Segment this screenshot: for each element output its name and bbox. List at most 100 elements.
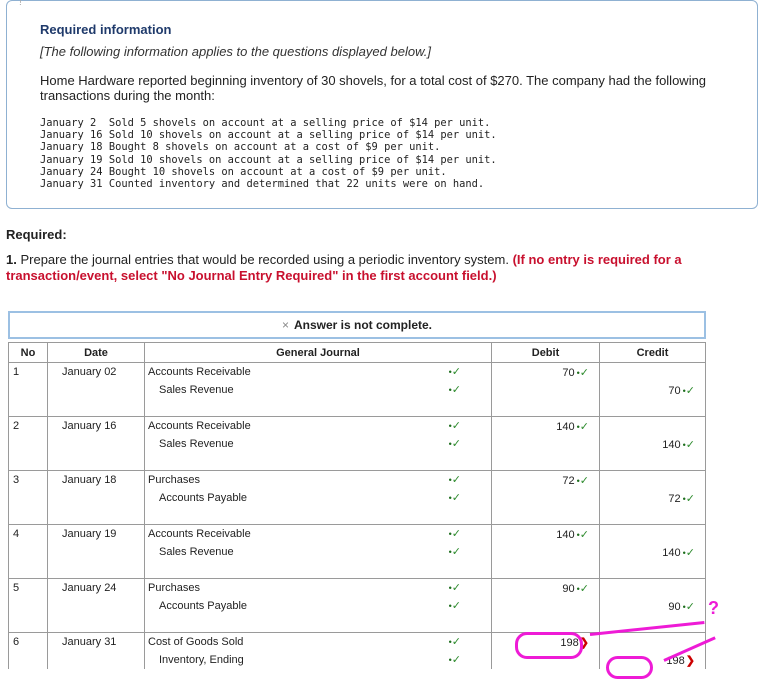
info-title: Required information — [40, 22, 172, 37]
empty-cell — [599, 399, 706, 417]
entry-number: 3 — [8, 470, 48, 489]
empty-cell — [8, 453, 48, 471]
table-row: 3January 18Purchases✓72✓ — [8, 470, 706, 489]
check-icon: ✓ — [683, 385, 695, 397]
credit-account-label: Sales Revenue — [159, 384, 234, 396]
credit-amount-input[interactable]: 72✓ — [599, 489, 706, 507]
credit-amount: 140 — [662, 546, 681, 559]
credit-amount-input[interactable]: 140✓ — [599, 435, 706, 453]
table-row: 6January 31Cost of Goods Sold ✓ 198❯ — [8, 632, 706, 651]
credit-amount-input[interactable]: 70✓ — [599, 381, 706, 399]
debit-amount-input[interactable] — [491, 435, 600, 453]
credit-account-select[interactable]: Sales Revenue ✓ — [144, 381, 492, 399]
alert-icon: ! — [19, 0, 22, 8]
empty-cell — [47, 543, 145, 561]
entry-number: 5 — [8, 578, 48, 597]
debit-amount-input[interactable]: 140✓ — [491, 416, 600, 435]
col-header-credit: Credit — [599, 342, 706, 363]
credit-account-select[interactable]: Sales Revenue ✓ — [144, 435, 492, 453]
entry-date-select[interactable]: January 16 — [47, 416, 145, 435]
empty-cell — [8, 507, 48, 525]
debit-amount: 140 — [556, 420, 575, 433]
table-row: 1January 02Accounts Receivable✓70✓ — [8, 362, 706, 381]
check-icon: ✓ — [449, 491, 461, 504]
credit-account-select[interactable]: Accounts Payable ✓ — [144, 597, 492, 615]
debit-account-label: Accounts Receivable — [148, 420, 251, 432]
transaction-item: January 16 Sold 10 shovels on account at… — [40, 129, 497, 142]
credit-amount: 70 — [668, 384, 681, 397]
credit-amount-input[interactable]: 198❯ — [599, 651, 706, 669]
credit-account-select[interactable]: Inventory, Ending ✓ — [144, 651, 492, 669]
debit-account-select[interactable]: Accounts Receivable ✓ — [144, 416, 492, 435]
cross-icon: ❯ — [579, 636, 589, 649]
empty-cell — [47, 561, 145, 579]
debit-account-select[interactable]: Cost of Goods Sold ✓ — [144, 632, 492, 651]
info-note: [The following information applies to th… — [40, 44, 431, 59]
table-row-spacer — [8, 399, 706, 417]
empty-cell — [144, 507, 492, 525]
debit-amount-input[interactable]: 72✓ — [491, 470, 600, 489]
question-1: 1. Prepare the journal entries that woul… — [6, 252, 706, 284]
debit-account-select[interactable]: Purchases ✓ — [144, 470, 492, 489]
empty-cell — [8, 615, 48, 633]
empty-cell — [599, 507, 706, 525]
empty-cell — [144, 399, 492, 417]
credit-amount: 140 — [662, 438, 681, 451]
empty-cell — [8, 561, 48, 579]
table-row: Sales Revenue✓70✓ — [8, 381, 706, 399]
debit-amount-input[interactable]: 140✓ — [491, 524, 600, 543]
credit-amount-input[interactable] — [599, 578, 706, 597]
entry-number: 1 — [8, 362, 48, 381]
credit-account-select[interactable]: Sales Revenue ✓ — [144, 543, 492, 561]
credit-amount-input[interactable] — [599, 524, 706, 543]
empty-cell — [491, 615, 600, 633]
required-information-box: ! Required information [The following in… — [6, 0, 758, 209]
table-row: Accounts Payable✓72✓ — [8, 489, 706, 507]
debit-amount-input[interactable]: 198❯ — [491, 632, 600, 651]
debit-amount: 72 — [562, 474, 575, 487]
table-row: 5January 24Purchases✓90✓ — [8, 578, 706, 597]
debit-amount-input[interactable] — [491, 381, 600, 399]
check-icon: ✓ — [683, 601, 695, 613]
entry-date-select[interactable]: January 19 — [47, 524, 145, 543]
empty-cell — [491, 507, 600, 525]
table-row: Inventory, Ending ✓ 198❯ — [8, 651, 706, 669]
credit-amount-input[interactable]: 90✓ — [599, 597, 706, 615]
empty-cell — [144, 615, 492, 633]
debit-account-label: Purchases — [148, 474, 200, 486]
debit-amount-input[interactable] — [491, 543, 600, 561]
check-icon: ✓ — [683, 439, 695, 451]
transaction-item: January 18 Bought 8 shovels on account a… — [40, 141, 441, 154]
credit-account-label: Sales Revenue — [159, 546, 234, 558]
entry-date-select[interactable]: January 31 — [47, 632, 145, 651]
debit-amount: 140 — [556, 528, 575, 541]
entry-date-select[interactable]: January 02 — [47, 362, 145, 381]
entry-number: 6 — [8, 632, 48, 651]
debit-amount-input[interactable] — [491, 489, 600, 507]
entry-date-select[interactable]: January 18 — [47, 470, 145, 489]
debit-account-label: Purchases — [148, 582, 200, 594]
entry-number: 2 — [8, 416, 48, 435]
debit-amount-input[interactable]: 90✓ — [491, 578, 600, 597]
check-icon: ✓ — [449, 383, 461, 396]
check-icon: ✓ — [577, 367, 589, 379]
debit-account-select[interactable]: Accounts Receivable ✓ — [144, 362, 492, 381]
entry-date-select[interactable]: January 24 — [47, 578, 145, 597]
credit-amount-input[interactable] — [599, 362, 706, 381]
debit-account-select[interactable]: Accounts Receivable ✓ — [144, 524, 492, 543]
required-heading: Required: — [6, 227, 67, 242]
debit-amount-input[interactable] — [491, 651, 600, 669]
credit-amount-input[interactable] — [599, 470, 706, 489]
check-icon: ✓ — [683, 493, 695, 505]
credit-amount-input[interactable] — [599, 416, 706, 435]
credit-account-select[interactable]: Accounts Payable ✓ — [144, 489, 492, 507]
debit-amount-input[interactable] — [491, 597, 600, 615]
debit-amount-input[interactable]: 70✓ — [491, 362, 600, 381]
credit-amount-input[interactable]: 140✓ — [599, 543, 706, 561]
check-icon: ✓ — [577, 475, 589, 487]
debit-account-select[interactable]: Purchases ✓ — [144, 578, 492, 597]
empty-cell — [491, 453, 600, 471]
journal-body: 1January 02Accounts Receivable✓70✓Sales … — [8, 362, 706, 669]
empty-cell — [8, 435, 48, 453]
credit-account-label: Accounts Payable — [159, 492, 248, 504]
